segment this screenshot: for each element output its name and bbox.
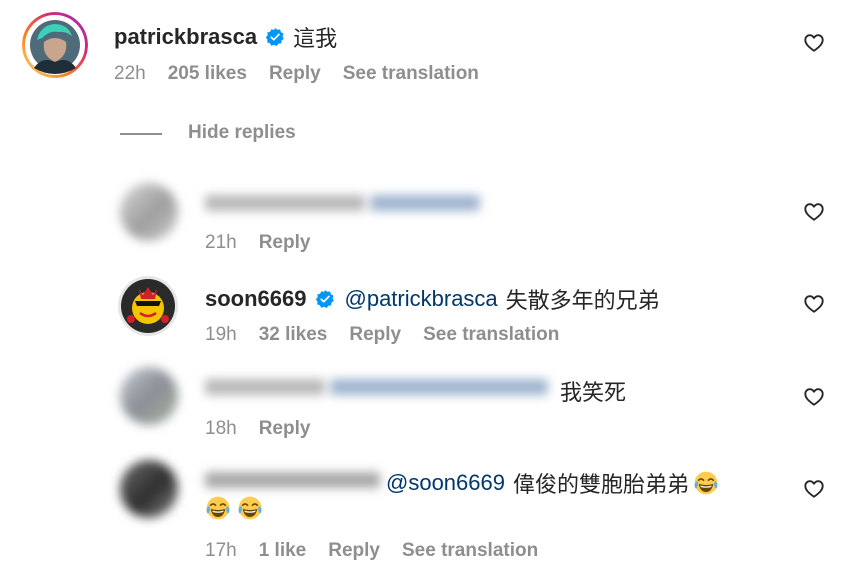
- heart-icon[interactable]: [803, 32, 825, 54]
- reply-emoji-line: [205, 495, 263, 521]
- reply-text: 失散多年的兄弟: [505, 288, 660, 313]
- blurred-mention: [330, 379, 548, 395]
- comment-text: 這我: [293, 26, 338, 51]
- verified-badge-icon: [315, 289, 335, 309]
- comment-time[interactable]: 22h: [114, 63, 146, 85]
- reply-text: 偉俊的雙胞胎弟弟: [512, 472, 689, 497]
- reply-time[interactable]: 17h: [205, 540, 237, 562]
- reply-see-translation[interactable]: See translation: [402, 540, 538, 562]
- comment-reply-button[interactable]: Reply: [269, 63, 321, 85]
- reply-meta: 17h 1 like Reply See translation: [205, 540, 538, 562]
- blurred-mention: [370, 195, 480, 211]
- blurred-username: [205, 379, 325, 395]
- comment-username[interactable]: patrickbrasca: [114, 24, 257, 50]
- avatar[interactable]: [117, 275, 179, 337]
- heart-icon[interactable]: [803, 201, 825, 223]
- avatar[interactable]: [120, 367, 178, 425]
- avatar-image: [118, 276, 178, 336]
- blurred-username: [205, 472, 380, 488]
- hide-replies-button[interactable]: Hide replies: [188, 122, 296, 144]
- verified-badge-icon: [265, 27, 285, 47]
- hide-replies-line: [120, 133, 162, 135]
- reply-meta: 18h Reply: [205, 418, 310, 440]
- comment-see-translation[interactable]: See translation: [343, 63, 479, 85]
- reply-mention[interactable]: @patrickbrasca: [345, 286, 498, 312]
- heart-icon[interactable]: [803, 293, 825, 315]
- heart-icon[interactable]: [803, 386, 825, 408]
- avatar-image: [22, 12, 88, 78]
- reply-time[interactable]: 18h: [205, 418, 237, 440]
- comment-likes[interactable]: 205 likes: [168, 63, 247, 85]
- blurred-username: [205, 195, 365, 211]
- comment-body: patrickbrasca 這我: [114, 21, 337, 53]
- reply-time[interactable]: 21h: [205, 232, 237, 254]
- reply-meta: 19h 32 likes Reply See translation: [205, 324, 559, 346]
- reply-text: 我笑死: [560, 380, 627, 405]
- face-with-tears-of-joy-emoji: [237, 495, 263, 521]
- reply-button[interactable]: Reply: [349, 324, 401, 346]
- reply-button[interactable]: Reply: [328, 540, 380, 562]
- reply-username[interactable]: soon6669: [205, 286, 307, 312]
- reply-time[interactable]: 19h: [205, 324, 237, 346]
- avatar-story-ring[interactable]: [22, 12, 88, 78]
- avatar[interactable]: [120, 460, 178, 518]
- heart-icon[interactable]: [803, 478, 825, 500]
- reply-body: 我笑死: [560, 375, 626, 407]
- reply-button[interactable]: Reply: [259, 418, 311, 440]
- reply-button[interactable]: Reply: [259, 232, 311, 254]
- comment-meta: 22h 205 likes Reply See translation: [114, 63, 479, 85]
- reply-mention[interactable]: @soon6669: [386, 470, 505, 496]
- reply-see-translation[interactable]: See translation: [423, 324, 559, 346]
- face-with-tears-of-joy-emoji: [693, 470, 719, 496]
- reply-body: @soon6669 偉俊的雙胞胎弟弟: [386, 467, 719, 499]
- reply-likes[interactable]: 1 like: [259, 540, 307, 562]
- reply-body: soon6669 @patrickbrasca 失散多年的兄弟: [205, 283, 660, 315]
- avatar[interactable]: [120, 183, 178, 241]
- reply-likes[interactable]: 32 likes: [259, 324, 328, 346]
- reply-meta: 21h Reply: [205, 232, 310, 254]
- face-with-tears-of-joy-emoji: [205, 495, 231, 521]
